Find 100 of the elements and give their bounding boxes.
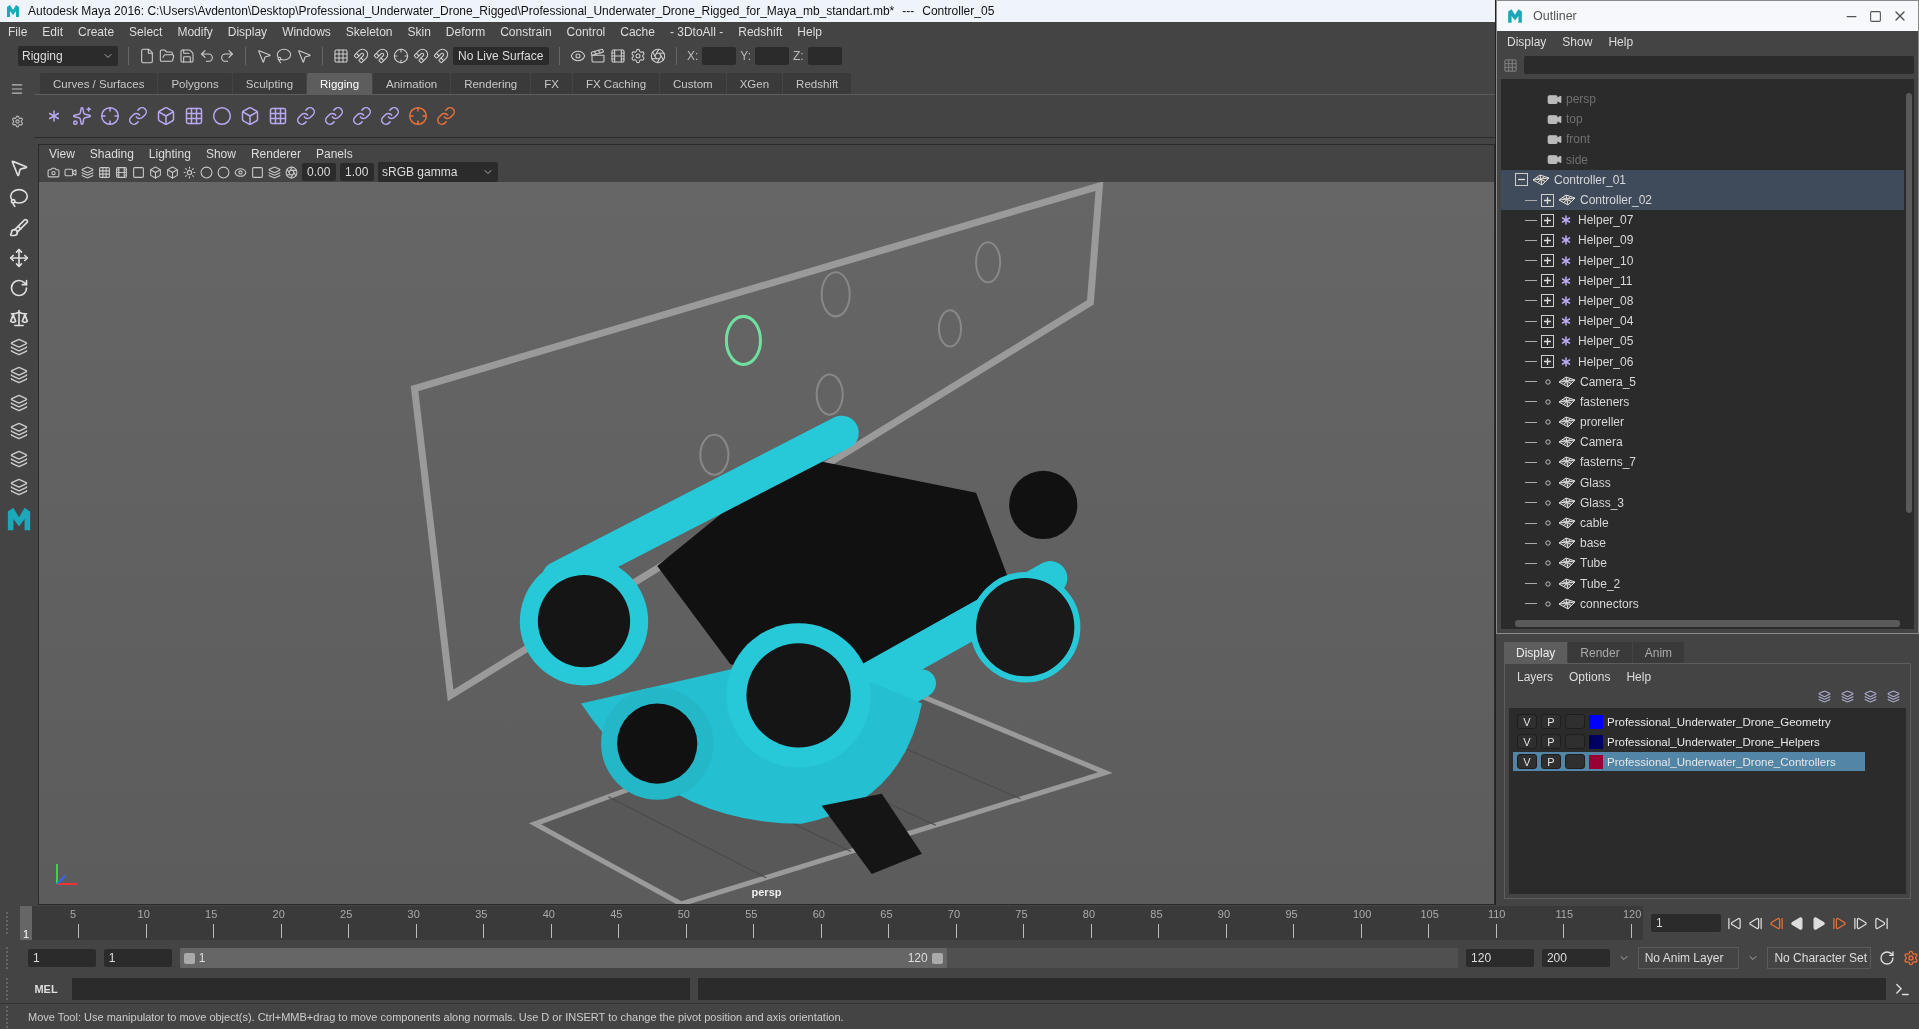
previous-key-icon[interactable]: [1769, 915, 1784, 931]
outliner-item[interactable]: Helper_04: [1501, 311, 1904, 332]
layer-menu-item[interactable]: Layers: [1517, 670, 1554, 684]
magnet-icon[interactable]: [373, 48, 389, 64]
outliner-item[interactable]: Helper_05: [1501, 331, 1904, 352]
outliner-item[interactable]: Camera: [1501, 432, 1904, 453]
lasso-icon[interactable]: [9, 188, 29, 208]
outliner-item[interactable]: Tube: [1501, 553, 1904, 574]
link-icon[interactable]: [324, 106, 344, 126]
expand-toggle[interactable]: [1541, 334, 1554, 348]
pointer-icon[interactable]: [256, 48, 272, 64]
menu-item[interactable]: Display: [227, 25, 268, 39]
menu-item[interactable]: - 3DtoAll -: [669, 25, 724, 39]
cube-icon[interactable]: [149, 165, 162, 179]
exposure-field[interactable]: 0.00: [302, 163, 336, 181]
outliner-item[interactable]: Helper_09: [1501, 230, 1904, 251]
display-type-toggle[interactable]: [1565, 754, 1585, 769]
playback-toggle[interactable]: P: [1541, 714, 1561, 729]
coordinate-field[interactable]: [702, 47, 737, 65]
redo-icon[interactable]: [219, 48, 235, 64]
undo-icon[interactable]: [199, 48, 215, 64]
magnet-icon[interactable]: [353, 48, 369, 64]
shelf-tab[interactable]: FX Caching: [572, 73, 660, 94]
outliner-menu-item[interactable]: Display: [1507, 35, 1547, 49]
outliner-item[interactable]: Helper_10: [1501, 250, 1904, 271]
eye-icon[interactable]: [570, 48, 586, 64]
auto-key-icon[interactable]: [1879, 950, 1896, 966]
visibility-toggle[interactable]: V: [1517, 754, 1537, 769]
search-field[interactable]: [1524, 56, 1914, 74]
layer-menu-item[interactable]: Help: [1626, 670, 1652, 684]
panel-menu-item[interactable]: View: [49, 146, 75, 161]
panel-menu-item[interactable]: Lighting: [148, 146, 191, 161]
scale-icon[interactable]: [9, 308, 29, 328]
coordinate-field[interactable]: [807, 47, 842, 65]
shelf-tab[interactable]: Curves / Surfaces: [40, 73, 158, 94]
sphere-icon[interactable]: [200, 165, 213, 179]
cube-icon[interactable]: [166, 165, 179, 179]
link-icon[interactable]: [380, 106, 400, 126]
shelf-tab[interactable]: Redshift: [783, 73, 852, 94]
link-icon[interactable]: [352, 106, 372, 126]
gamma-field[interactable]: 1.00: [340, 163, 374, 181]
outliner-item[interactable]: Glass: [1501, 472, 1904, 493]
outliner-item[interactable]: Glass_3: [1501, 492, 1904, 513]
layer-row[interactable]: V P Professional_Underwater_Drone_Geometry: [1513, 712, 1865, 731]
move-icon[interactable]: [9, 248, 29, 268]
play-backward-icon[interactable]: [1790, 915, 1805, 931]
range-slider-track[interactable]: 1 120: [179, 948, 1459, 968]
menu-item[interactable]: Create: [78, 25, 115, 39]
outliner-menu-item[interactable]: Show: [1562, 35, 1593, 49]
outliner-item[interactable]: cable: [1501, 512, 1904, 534]
outliner-item[interactable]: Camera_5: [1501, 371, 1904, 392]
layer-tab[interactable]: Anim: [1632, 642, 1685, 663]
settings-icon[interactable]: [10, 115, 24, 129]
outliner-item[interactable]: Controller_01: [1501, 169, 1904, 190]
maximize-icon[interactable]: [1869, 9, 1882, 23]
menu-item[interactable]: Skeleton: [345, 25, 393, 39]
square-icon[interactable]: [132, 165, 145, 179]
menu-item[interactable]: Constrain: [500, 25, 552, 39]
start-frame-field[interactable]: 1: [27, 949, 96, 967]
visibility-toggle[interactable]: V: [1517, 734, 1537, 749]
end-frame-field[interactable]: 200: [1541, 949, 1610, 967]
shelf-tab[interactable]: Sculpting: [232, 73, 307, 94]
playback-end-field[interactable]: 120: [1466, 949, 1534, 967]
command-input-field[interactable]: [72, 978, 690, 1000]
layers-icon[interactable]: [268, 165, 281, 179]
horizontal-scrollbar[interactable]: [1501, 617, 1914, 629]
grid-icon[interactable]: [268, 106, 288, 126]
outliner-item[interactable]: connectors: [1501, 593, 1904, 614]
panel-menu-item[interactable]: Panels: [315, 146, 353, 161]
expand-toggle[interactable]: [1541, 274, 1554, 288]
menu-item[interactable]: Select: [129, 25, 163, 39]
outliner-item[interactable]: Helper_07: [1501, 210, 1904, 231]
camera-icon[interactable]: [47, 165, 60, 179]
layer-row[interactable]: V P Professional_Underwater_Drone_Helpers: [1513, 732, 1865, 751]
film-icon[interactable]: [115, 165, 128, 179]
shelf-tab[interactable]: Rendering: [451, 73, 531, 94]
rotate-icon[interactable]: [9, 278, 29, 298]
menu-item[interactable]: Control: [566, 25, 606, 39]
expand-toggle[interactable]: [1541, 294, 1554, 308]
range-slider-bar[interactable]: [179, 948, 947, 968]
expand-toggle[interactable]: [1541, 213, 1554, 227]
menu-item[interactable]: Redshift: [738, 25, 783, 39]
link-icon[interactable]: [296, 106, 316, 126]
command-language-label[interactable]: MEL: [28, 983, 64, 995]
character-set-dropdown[interactable]: No Character Set: [1767, 947, 1872, 969]
menu-item[interactable]: Edit: [42, 25, 64, 39]
menu-item[interactable]: Modify: [177, 25, 213, 39]
crosshair-icon[interactable]: [408, 106, 428, 126]
layer-row[interactable]: V P Professional_Underwater_Drone_Controllers: [1513, 752, 1865, 771]
outliner-item[interactable]: fasteners: [1501, 391, 1904, 412]
grid-icon[interactable]: [184, 106, 204, 126]
shelf-tab[interactable]: Polygons: [158, 73, 232, 94]
sphere-icon[interactable]: [217, 165, 230, 179]
new-file-icon[interactable]: [139, 48, 155, 64]
pointer-icon[interactable]: [9, 158, 29, 178]
magnet-icon[interactable]: [413, 48, 429, 64]
layout-icon[interactable]: [10, 478, 28, 496]
outliner-menu-item[interactable]: Help: [1608, 35, 1634, 49]
panel-menu-item[interactable]: Shading: [89, 146, 134, 161]
brush-icon[interactable]: [9, 218, 29, 238]
